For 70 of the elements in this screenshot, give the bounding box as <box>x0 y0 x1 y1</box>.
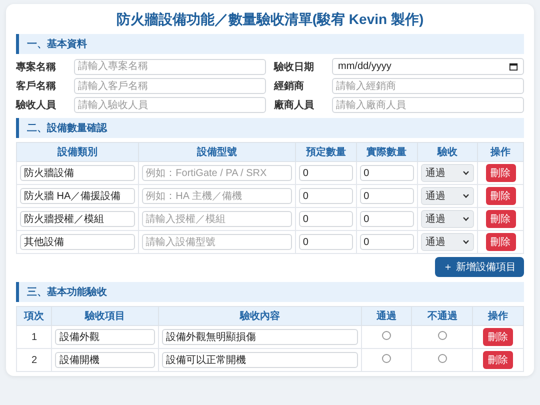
category-field[interactable]: 防火牆設備 <box>20 165 135 181</box>
chevron-icon <box>463 217 470 221</box>
delete-button[interactable]: 刪除 <box>483 351 514 369</box>
chevron-icon <box>463 171 470 175</box>
chevron-icon <box>463 194 470 198</box>
delete-button[interactable]: 刪除 <box>486 233 516 251</box>
field-label: 驗收人員 <box>16 98 57 112</box>
result-dropdown[interactable]: 通過 <box>420 210 474 228</box>
delete-button[interactable]: 刪除 <box>486 210 516 228</box>
column-header: 設備型號 <box>138 142 296 162</box>
column-header: 不通過 <box>412 306 473 326</box>
result-dropdown[interactable]: 通過 <box>420 164 474 182</box>
column-header: 操作 <box>478 142 524 162</box>
delete-button[interactable]: 刪除 <box>486 164 516 182</box>
column-header: 驗收項目 <box>52 306 158 326</box>
category-field[interactable]: 防火牆 HA／備援設備 <box>20 188 135 204</box>
field-label: 經銷商 <box>274 79 305 93</box>
column-header: 實際數量 <box>356 142 417 162</box>
text-field[interactable]: 請輸入經銷商 <box>332 78 524 94</box>
radio-button[interactable] <box>438 354 447 363</box>
text-field[interactable]: 請輸入客戶名稱 <box>74 78 266 94</box>
actual-quantity-field[interactable]: 0 <box>360 188 414 204</box>
radio-button[interactable] <box>382 331 392 340</box>
date-field[interactable]: mm/dd/yyyy <box>332 58 524 75</box>
model-field[interactable]: 例如：FortiGate / PA / SRX <box>142 165 292 181</box>
column-header: 驗收內容 <box>158 306 362 326</box>
radio-button[interactable] <box>382 354 392 363</box>
column-header: 項次 <box>16 306 52 326</box>
actual-quantity-field[interactable]: 0 <box>360 165 414 181</box>
actual-quantity-field[interactable]: 0 <box>360 211 414 227</box>
planned-quantity-field[interactable]: 0 <box>298 234 353 250</box>
category-field[interactable]: 防火牆授權／模組 <box>20 211 135 227</box>
column-header: 操作 <box>472 306 524 326</box>
column-header: 通過 <box>361 306 412 326</box>
index-cell: 2 <box>16 348 52 372</box>
field-label: 廠商人員 <box>274 98 315 112</box>
planned-quantity-field[interactable]: 0 <box>298 211 353 227</box>
section-heading: 二、設備數量確認 <box>16 118 524 138</box>
item-field[interactable]: 設備開機 <box>55 352 155 368</box>
page-title: 防火牆設備功能／數量驗收清單(駿宥 Kevin 製作) <box>115 11 425 29</box>
chevron-icon <box>463 240 470 244</box>
model-field[interactable]: 請輸入設備型號 <box>142 234 292 250</box>
delete-button[interactable]: 刪除 <box>483 328 514 346</box>
content-field[interactable]: 設備外觀無明顯損傷 <box>162 329 358 345</box>
planned-quantity-field[interactable]: 0 <box>298 165 353 181</box>
content-field[interactable]: 設備可以正常開機 <box>162 352 358 368</box>
text-field[interactable]: 請輸入專案名稱 <box>74 58 266 74</box>
result-dropdown[interactable]: 通過 <box>420 233 474 251</box>
radio-button[interactable] <box>438 331 447 340</box>
text-field[interactable]: 請輸入廠商人員 <box>332 97 524 113</box>
item-field[interactable]: 設備外觀 <box>55 329 155 345</box>
index-cell: 1 <box>16 326 52 348</box>
field-label: 專案名稱 <box>16 60 57 74</box>
field-label: 客戶名稱 <box>16 79 57 93</box>
actual-quantity-field[interactable]: 0 <box>360 234 414 250</box>
category-field[interactable]: 其他設備 <box>20 234 135 250</box>
calendar-icon <box>509 62 518 71</box>
field-label: 驗收日期 <box>274 60 315 74</box>
column-header: 設備類別 <box>16 142 138 162</box>
model-field[interactable]: 例如：HA 主機／備機 <box>142 188 292 204</box>
result-dropdown[interactable]: 通過 <box>420 187 474 205</box>
section-heading: 三、基本功能驗收 <box>16 282 524 302</box>
column-header: 驗收 <box>417 142 478 162</box>
add-equipment-button[interactable]: ＋ 新增設備項目 <box>435 257 524 277</box>
text-field[interactable]: 請輸入驗收人員 <box>74 97 266 113</box>
planned-quantity-field[interactable]: 0 <box>298 188 353 204</box>
model-field[interactable]: 請輸入授權／模組 <box>142 211 292 227</box>
column-header: 預定數量 <box>295 142 356 162</box>
delete-button[interactable]: 刪除 <box>486 187 516 205</box>
section-heading: 一、基本資料 <box>16 34 524 54</box>
